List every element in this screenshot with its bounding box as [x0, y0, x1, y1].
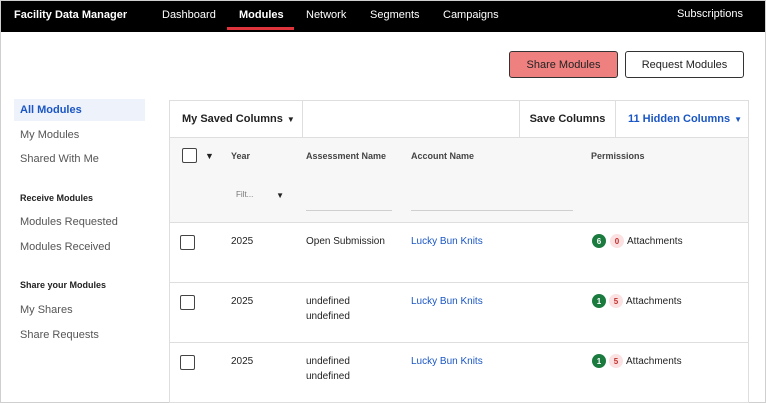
table-row: 2025 undefined undefined Lucky Bun Knits… [170, 283, 748, 343]
nav-segments[interactable]: Segments [370, 9, 420, 21]
chevron-down-icon[interactable]: ▼ [205, 151, 214, 161]
row-checkbox[interactable] [180, 235, 195, 250]
sidebar-item-shared-with-me[interactable]: Shared With Me [14, 148, 145, 170]
caret-down-icon: ▼ [276, 191, 284, 200]
sidebar-item-my-shares[interactable]: My Shares [14, 299, 145, 321]
hidden-columns-label: 11 Hidden Columns [628, 113, 731, 125]
cell-assessment-name: undefined [306, 356, 350, 367]
permissions-granted-badge: 1 [592, 354, 606, 368]
permissions-denied-badge: 5 [609, 294, 623, 308]
row-checkbox[interactable] [180, 295, 195, 310]
cell-permission-label: Attachments [626, 356, 682, 367]
nav-campaigns[interactable]: Campaigns [443, 9, 499, 21]
saved-columns-label: My Saved Columns [182, 113, 283, 125]
app-title: Facility Data Manager [14, 9, 128, 21]
table-row: 2025 undefined undefined Lucky Bun Knits… [170, 343, 748, 403]
year-filter-placeholder: Filt... [236, 190, 254, 199]
sidebar-item-modules-received[interactable]: Modules Received [14, 236, 145, 258]
cell-year: 2025 [231, 356, 254, 367]
column-header-permissions[interactable]: Permissions [591, 151, 645, 161]
sidebar-item-share-requests[interactable]: Share Requests [14, 324, 145, 346]
nav-active-indicator [227, 27, 294, 30]
nav-dashboard[interactable]: Dashboard [162, 9, 216, 21]
request-modules-button[interactable]: Request Modules [625, 51, 744, 78]
cell-account-link[interactable]: Lucky Bun Knits [411, 354, 483, 369]
select-all-checkbox[interactable] [182, 148, 197, 163]
cell-permission-label: Attachments [626, 296, 682, 307]
table-header: ▼ Year Assessment Name Account Name Perm… [170, 138, 748, 223]
sidebar-heading-receive: Receive Modules [20, 193, 94, 203]
year-filter-select[interactable]: Filt... ▼ [236, 190, 284, 204]
sidebar-heading-share: Share your Modules [20, 280, 107, 290]
permissions-denied-badge: 0 [610, 234, 624, 248]
assessment-filter-input[interactable] [306, 210, 392, 211]
sidebar-item-all-modules[interactable]: All Modules [14, 99, 145, 121]
permissions-granted-badge: 1 [592, 294, 606, 308]
column-header-year[interactable]: Year [231, 151, 250, 161]
cell-assessment-name: undefined [306, 296, 350, 307]
cell-assessment-name-line2: undefined [306, 311, 350, 322]
chevron-down-icon: ▼ [286, 114, 295, 124]
cell-year: 2025 [231, 236, 254, 247]
cell-account-link[interactable]: Lucky Bun Knits [411, 294, 483, 309]
table-toolbar: My Saved Columns ▼ Save Columns 11 Hidde… [170, 101, 748, 138]
modules-table-panel: My Saved Columns ▼ Save Columns 11 Hidde… [169, 100, 749, 403]
hidden-columns-dropdown[interactable]: 11 Hidden Columns ▼ [628, 101, 742, 137]
table-row: 2025 Open Submission Lucky Bun Knits 6 0… [170, 223, 748, 283]
top-nav-bar: Facility Data Manager Dashboard Modules … [1, 1, 765, 32]
nav-network[interactable]: Network [306, 9, 346, 21]
column-header-assessment-name[interactable]: Assessment Name [306, 151, 386, 161]
permissions-denied-badge: 5 [609, 354, 623, 368]
row-checkbox[interactable] [180, 355, 195, 370]
cell-assessment-name: Open Submission [306, 236, 385, 247]
cell-permission-label: Attachments [627, 236, 683, 247]
permissions-granted-badge: 6 [592, 234, 606, 248]
sidebar-item-modules-requested[interactable]: Modules Requested [14, 211, 145, 233]
sidebar-item-my-modules[interactable]: My Modules [14, 124, 145, 146]
nav-subscriptions[interactable]: Subscriptions [677, 8, 743, 20]
cell-account-link[interactable]: Lucky Bun Knits [411, 234, 483, 249]
save-columns-button[interactable]: Save Columns [519, 101, 616, 137]
nav-modules[interactable]: Modules [239, 9, 284, 21]
saved-columns-dropdown[interactable]: My Saved Columns ▼ [170, 101, 303, 137]
cell-assessment-name-line2: undefined [306, 371, 350, 382]
column-header-account-name[interactable]: Account Name [411, 151, 474, 161]
account-filter-input[interactable] [411, 210, 573, 211]
share-modules-button[interactable]: Share Modules [509, 51, 618, 78]
chevron-down-icon: ▼ [734, 114, 742, 124]
cell-year: 2025 [231, 296, 254, 307]
